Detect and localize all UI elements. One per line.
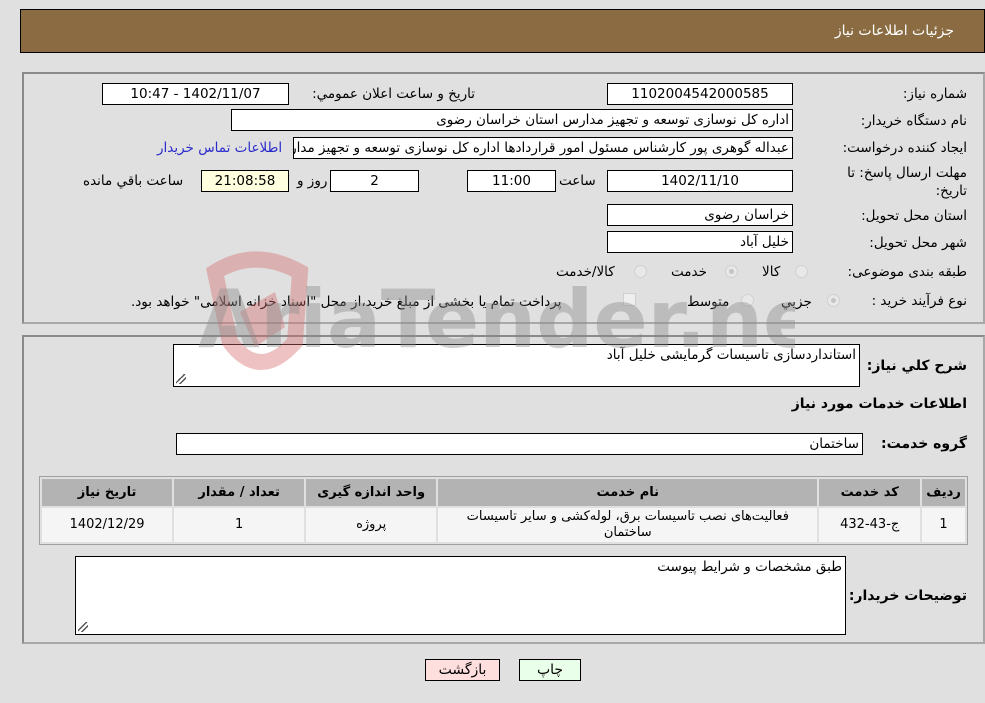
- print-button[interactable]: چاپ: [519, 659, 581, 681]
- buyer-contact-link[interactable]: اطلاعات تماس خریدار: [157, 140, 282, 156]
- delivery-city-field: خلیل آباد: [607, 231, 793, 253]
- requester-label: ایجاد کننده درخواست:: [842, 140, 967, 156]
- cell-row-number: 1: [922, 508, 965, 542]
- buyer-notes-text: طبق مشخصات و شرایط پیوست: [657, 559, 842, 575]
- category-option-service: خدمت: [671, 264, 707, 280]
- col-header-quantity: تعداد / مقدار: [174, 479, 305, 506]
- page-header: جزئیات اطلاعات نیاز: [20, 9, 985, 53]
- treasury-checkbox[interactable]: [623, 293, 636, 306]
- days-remaining-field: 2: [330, 170, 419, 192]
- services-section-title: اطلاعات خدمات مورد نیاز: [791, 396, 967, 412]
- need-number-label: شماره نیاز:: [902, 86, 967, 102]
- delivery-province-label: استان محل تحویل:: [861, 208, 967, 224]
- purchase-process-label: نوع فرآیند خرید :: [871, 293, 967, 309]
- description-label: شرح کلي نیاز:: [866, 358, 967, 374]
- services-table: ردیف کد خدمت نام خدمت واحد اندازه گیری ت…: [39, 476, 968, 545]
- cell-need-date: 1402/12/29: [42, 508, 173, 542]
- delivery-province-field: خراسان رضوی: [607, 204, 793, 226]
- category-radio-goods-service[interactable]: [634, 265, 647, 278]
- col-header-service-name: نام خدمت: [438, 479, 818, 506]
- announce-datetime-field: 1402/11/07 - 10:47: [102, 83, 289, 105]
- deadline-time-label: ساعت: [559, 173, 596, 189]
- cell-unit: پروژه: [306, 508, 437, 542]
- description-textarea[interactable]: استانداردسازی تاسیسات گرمایشی خلیل آباد: [173, 344, 860, 387]
- col-header-need-date: تاریخ نیاز: [42, 479, 173, 506]
- announce-datetime-label: تاریخ و ساعت اعلان عمومي:: [312, 86, 475, 102]
- days-label: روز و: [297, 173, 328, 189]
- category-option-goods: کالا: [762, 264, 781, 280]
- resize-handle-icon[interactable]: [176, 374, 186, 384]
- col-header-row-number: ردیف: [922, 479, 965, 506]
- category-radio-service[interactable]: [725, 265, 738, 278]
- buyer-org-field: اداره کل نوسازی توسعه و تجهیز مدارس استا…: [231, 109, 793, 131]
- process-radio-medium[interactable]: [741, 294, 754, 307]
- table-row: 1 ج-43-432 فعالیت‌های نصب تاسیسات برق، ل…: [42, 508, 965, 542]
- process-radio-minor[interactable]: [827, 294, 840, 307]
- category-option-goods-service: کالا/خدمت: [556, 264, 615, 280]
- buyer-notes-textarea[interactable]: طبق مشخصات و شرایط پیوست: [75, 556, 846, 635]
- category-radio-goods[interactable]: [795, 265, 808, 278]
- delivery-city-label: شهر محل تحویل:: [869, 235, 967, 251]
- table-header-row: ردیف کد خدمت نام خدمت واحد اندازه گیری ت…: [42, 479, 965, 506]
- requester-field: عبداله گوهری پور کارشناس مسئول امور قرار…: [293, 137, 793, 159]
- deadline-label: مهلت ارسال پاسخ: تا تاریخ:: [847, 165, 967, 199]
- back-button[interactable]: بازگشت: [425, 659, 500, 681]
- time-remaining-field: 21:08:58: [201, 170, 289, 192]
- cell-quantity: 1: [174, 508, 305, 542]
- resize-handle-icon[interactable]: [78, 622, 88, 632]
- service-group-field: ساختمان: [176, 433, 863, 455]
- page-title: جزئیات اطلاعات نیاز: [834, 23, 954, 39]
- process-option-medium: متوسط: [687, 294, 730, 310]
- buyer-org-label: نام دستگاه خریدار:: [860, 113, 967, 129]
- cell-service-code: ج-43-432: [819, 508, 921, 542]
- category-label: طبقه بندی موضوعی:: [847, 264, 967, 280]
- col-header-service-code: کد خدمت: [819, 479, 921, 506]
- time-remaining-label: ساعت باقي مانده: [83, 173, 184, 189]
- deadline-time-field: 11:00: [467, 170, 556, 192]
- description-text: استانداردسازی تاسیسات گرمایشی خلیل آباد: [606, 347, 856, 363]
- treasury-note: پرداخت تمام یا بخشی از مبلغ خرید،از محل …: [131, 294, 562, 310]
- process-option-minor: جزيي: [781, 294, 812, 310]
- deadline-date-field: 1402/11/10: [607, 170, 793, 192]
- service-group-label: گروه خدمت:: [881, 436, 967, 452]
- need-number-field: 1102004542000585: [607, 83, 793, 105]
- cell-service-name: فعالیت‌های نصب تاسیسات برق، لوله‌کشی و س…: [438, 508, 818, 542]
- col-header-unit: واحد اندازه گیری: [306, 479, 437, 506]
- buyer-notes-label: توضیحات خریدار:: [848, 588, 967, 604]
